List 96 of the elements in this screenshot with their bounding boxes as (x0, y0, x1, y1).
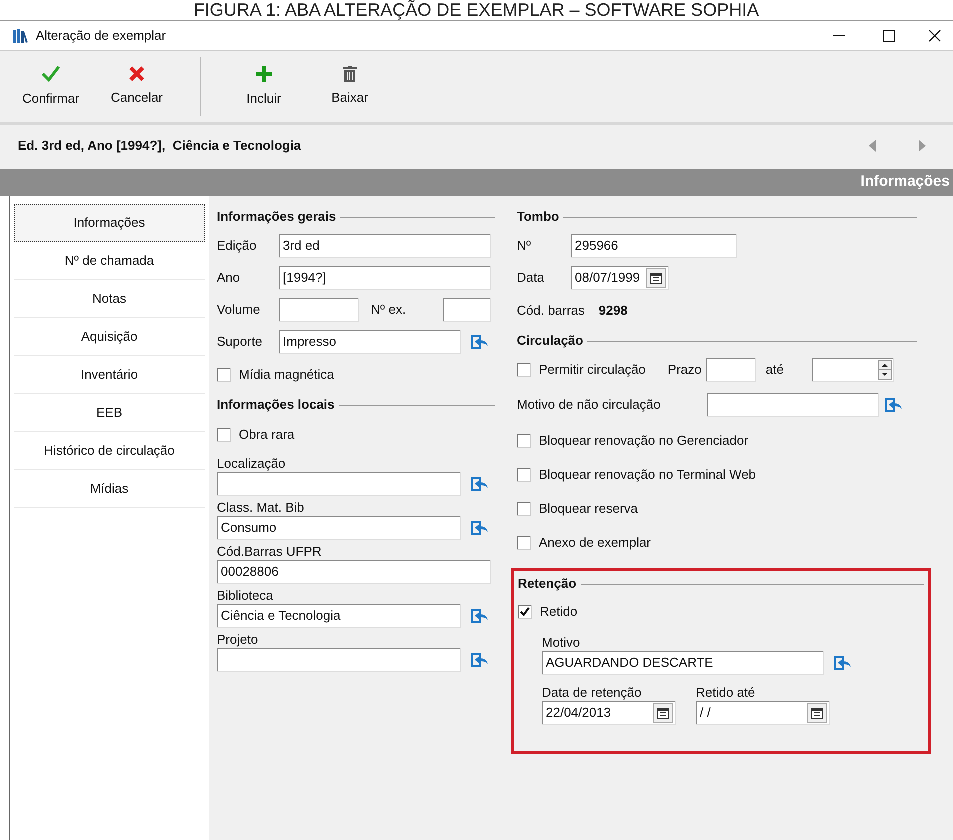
left-triangle-icon (869, 140, 877, 152)
field-label: Volume (217, 301, 262, 320)
checkbox-label: Mídia magnética (239, 366, 334, 384)
checkbox-label: Bloquear reserva (539, 500, 638, 518)
toolbar-button[interactable]: Confirmar (8, 51, 94, 122)
input-field[interactable]: Consumo (217, 516, 461, 540)
field-label: Projeto (217, 631, 260, 648)
calendar-icon (811, 708, 823, 718)
calendar-button[interactable] (807, 703, 827, 723)
maximize-icon (883, 30, 895, 42)
calendar-icon (657, 708, 669, 718)
date-field[interactable]: 22/04/2013 (542, 701, 676, 725)
field-label: Data de retenção (542, 684, 643, 701)
toolbar-button[interactable]: Cancelar (94, 51, 180, 122)
check-icon (520, 607, 530, 617)
check-icon (41, 64, 61, 83)
books-icon (12, 28, 30, 44)
field-label: Biblioteca (217, 587, 274, 604)
group-heading: Informações locais (217, 396, 335, 414)
sidebar-tab[interactable]: Notas (14, 280, 205, 318)
figure-caption: FIGURA 1: ABA ALTERAÇÃO DE EXEMPLAR – SOFTWARE SOPHIA (194, 0, 760, 20)
field-label: Edição (217, 237, 258, 256)
input-field[interactable]: Ciência e Tecnologia (217, 604, 461, 628)
right-triangle-icon (919, 140, 927, 152)
trash-icon (343, 66, 357, 82)
checkbox-label: Bloquear renovação no Terminal Web (539, 466, 756, 484)
checkbox[interactable] (217, 428, 231, 442)
input-field[interactable] (279, 298, 359, 322)
field-value: / / (700, 704, 711, 722)
sidebar-tab[interactable]: Mídias (14, 470, 205, 508)
toolbar-button[interactable]: Incluir (221, 51, 307, 122)
checkbox[interactable] (517, 536, 531, 550)
window-title: Alteração de exemplar (36, 26, 166, 45)
checkbox[interactable] (217, 368, 231, 382)
field-label: Cód.Barras UFPR (217, 543, 323, 560)
field-label: Ano (217, 269, 242, 288)
group-heading: Tombo (517, 208, 560, 226)
input-field[interactable]: 3rd ed (279, 234, 491, 258)
checkbox[interactable] (518, 605, 532, 619)
field-label: Data (517, 269, 546, 288)
plus-icon (255, 64, 273, 83)
checkbox-label: Obra rara (239, 426, 295, 444)
group-heading: Retenção (518, 575, 577, 594)
sidebar-tab[interactable]: Informações (14, 204, 205, 242)
checkbox[interactable] (517, 502, 531, 516)
checkbox-label: Bloquear renovação no Gerenciador (539, 432, 749, 450)
group-heading: Informações gerais (217, 208, 336, 226)
field-label: até (766, 361, 785, 380)
input-field[interactable] (707, 393, 879, 417)
barcode-value: 9298 (598, 302, 628, 320)
section-title: Informações (860, 172, 950, 192)
group-heading: Circulação (517, 332, 584, 350)
toolbar-button[interactable]: Baixar (307, 51, 393, 122)
field-label: Motivo de não circulação (517, 396, 662, 414)
checkbox[interactable] (517, 434, 531, 448)
record-summary: Ed. 3rd ed, Ano [1994?], Ciência e Tecnologia (18, 136, 302, 155)
input-field[interactable]: 295966 (571, 234, 737, 258)
input-field[interactable] (443, 298, 491, 322)
checkbox-label: Retido (540, 603, 578, 622)
checkbox-label: Anexo de exemplar (539, 534, 652, 552)
sidebar-tab[interactable]: Aquisição (14, 318, 205, 356)
field-label: Nº ex. (371, 301, 408, 320)
sidebar-tab[interactable]: EEB (14, 394, 205, 432)
input-field[interactable]: 00028806 (217, 560, 491, 584)
field-label: Retido até (696, 684, 756, 701)
input-field[interactable]: AGUARDANDO DESCARTE (542, 651, 824, 675)
calendar-button[interactable] (653, 703, 673, 723)
spinner-icon (878, 360, 892, 380)
field-value: 22/04/2013 (546, 704, 612, 722)
minimize-icon (833, 34, 845, 36)
input-field[interactable]: Impresso (279, 330, 461, 354)
sidebar-tab[interactable]: Nº de chamada (14, 242, 205, 280)
field-label: Nº (517, 237, 532, 256)
field-label: Class. Mat. Bib (217, 499, 306, 516)
checkbox[interactable] (517, 468, 531, 482)
calendar-icon (650, 272, 662, 284)
input-field[interactable] (217, 648, 461, 672)
input-field[interactable] (706, 358, 756, 382)
sidebar-tab[interactable]: Inventário (14, 356, 205, 394)
field-label: Cód. barras (517, 302, 585, 320)
input-field[interactable] (217, 472, 461, 496)
field-label: Motivo (542, 634, 582, 651)
checkbox-label: Permitir circulação (539, 361, 646, 380)
close-icon (929, 30, 941, 42)
field-value: 08/07/1999 (575, 269, 640, 288)
field-label: Suporte (217, 333, 264, 352)
input-field[interactable]: [1994?] (279, 266, 491, 290)
spin-field[interactable] (812, 358, 894, 382)
checkbox[interactable] (517, 363, 531, 377)
date-field[interactable]: / / (696, 701, 830, 725)
field-label: Prazo (668, 361, 702, 380)
date-field[interactable]: 08/07/1999 (571, 266, 669, 290)
sidebar-tab[interactable]: Histórico de circulação (14, 432, 205, 470)
field-label: Localização (217, 455, 287, 472)
close-icon (129, 66, 145, 82)
calendar-button[interactable] (646, 268, 666, 288)
